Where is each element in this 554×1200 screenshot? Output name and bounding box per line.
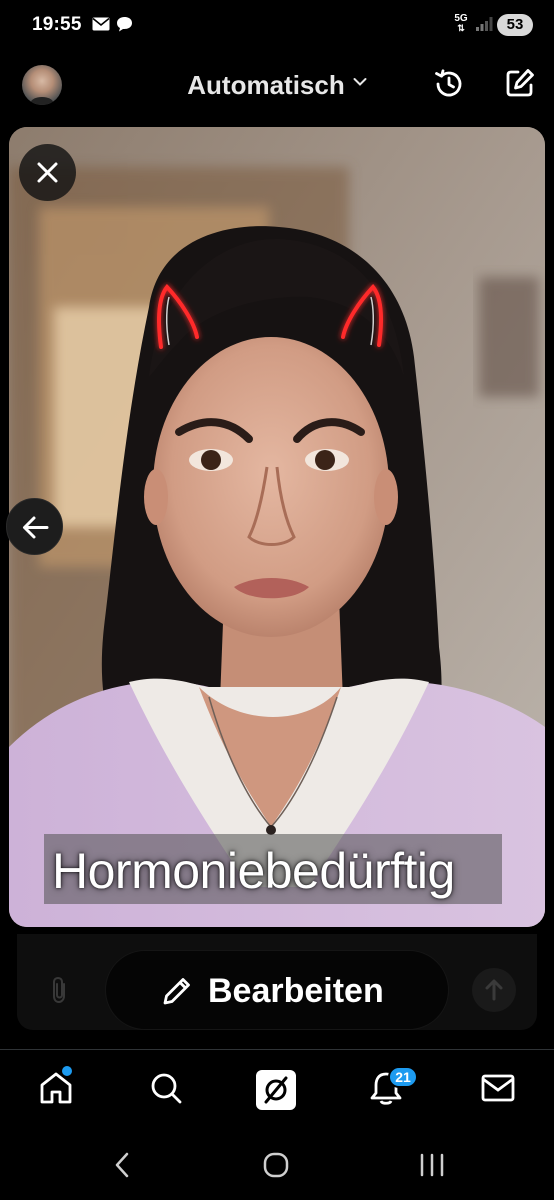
chat-status-icon — [117, 17, 132, 32]
close-button[interactable] — [19, 144, 76, 201]
mode-selector[interactable]: Automatisch — [0, 70, 554, 101]
send-icon — [485, 979, 503, 1001]
history-icon[interactable] — [432, 67, 466, 101]
messages-icon[interactable] — [478, 1068, 518, 1108]
generated-photo — [9, 127, 545, 927]
network-type: 5G ⇅ — [454, 13, 468, 33]
search-icon[interactable] — [146, 1068, 186, 1108]
mode-label: Automatisch — [187, 70, 345, 100]
close-icon — [37, 162, 58, 183]
system-home-icon[interactable] — [263, 1152, 289, 1178]
send-button[interactable] — [472, 968, 516, 1012]
grok-icon[interactable] — [256, 1070, 296, 1110]
status-bar: 19:55 5G ⇅ 53 — [0, 0, 554, 52]
notification-badge: 21 — [388, 1066, 418, 1088]
image-caption: Hormoniebedürftig — [44, 834, 502, 904]
caption-text: Hormoniebedürftig — [52, 843, 455, 899]
top-bar: Automatisch — [0, 52, 554, 118]
home-unread-dot — [62, 1066, 72, 1076]
signal-icon — [476, 17, 493, 31]
image-preview: Hormoniebedürftig — [9, 127, 545, 927]
mail-status-icon — [92, 17, 110, 31]
back-button[interactable] — [6, 498, 63, 555]
chevron-down-icon — [353, 78, 367, 86]
status-time: 19:55 — [32, 14, 82, 35]
edit-button-label: Bearbeiten — [208, 972, 384, 1010]
arrow-left-icon — [23, 516, 49, 539]
battery-indicator: 53 — [497, 14, 533, 36]
pencil-icon — [163, 978, 190, 1005]
bottom-navigation — [0, 1050, 554, 1130]
system-recents-icon[interactable] — [418, 1152, 446, 1178]
system-back-icon[interactable] — [110, 1150, 134, 1180]
compose-icon[interactable] — [504, 67, 536, 99]
attach-icon[interactable] — [48, 975, 70, 1005]
system-navigation — [0, 1132, 554, 1200]
edit-button[interactable]: Bearbeiten — [105, 950, 449, 1030]
